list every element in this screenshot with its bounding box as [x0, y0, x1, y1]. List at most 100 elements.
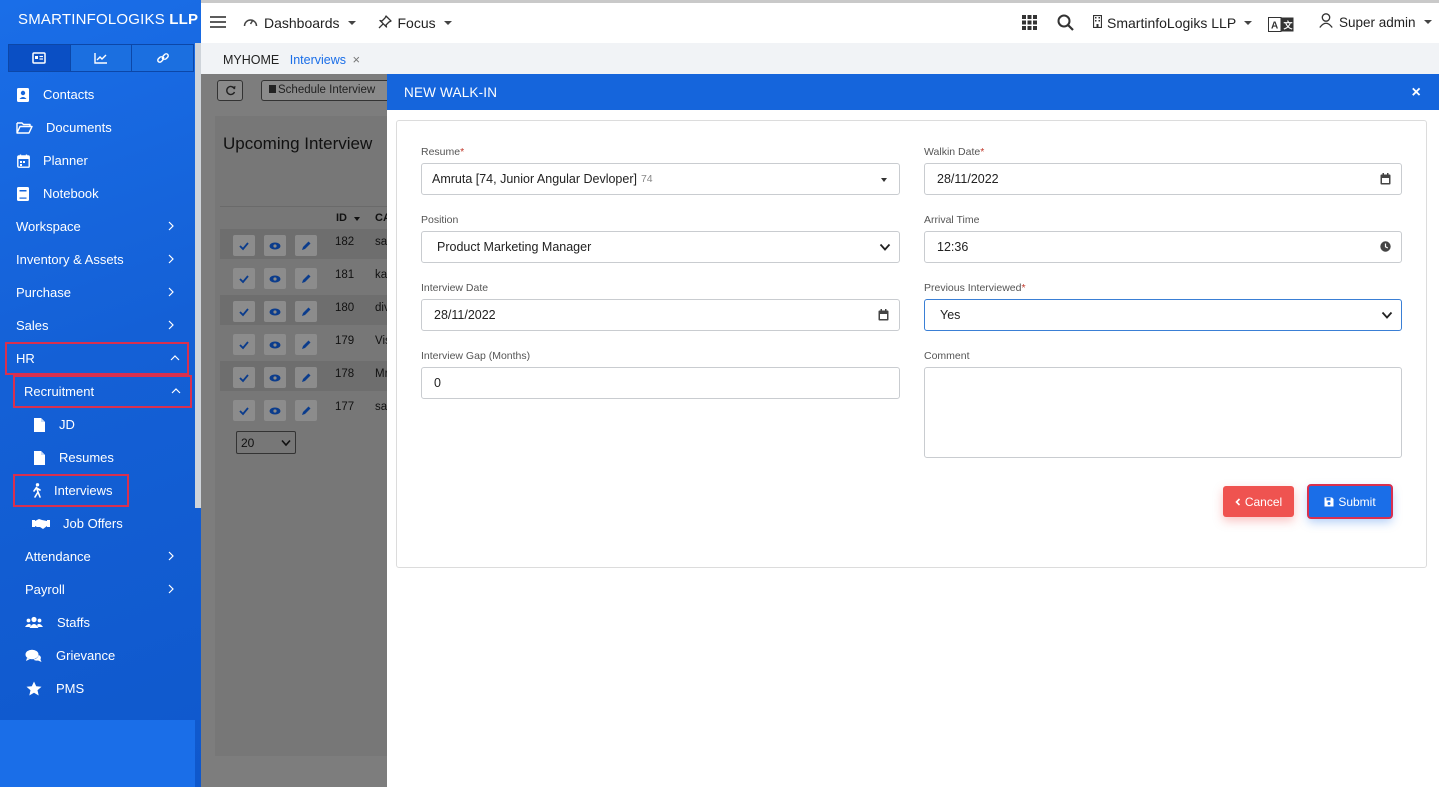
eye-row-button[interactable]	[264, 400, 286, 421]
eye-icon	[269, 374, 281, 381]
chevron-left-icon	[1235, 497, 1240, 506]
eye-row-button[interactable]	[264, 235, 286, 256]
pencil-row-button[interactable]	[295, 268, 317, 289]
resume-select[interactable]: Amruta [74, Junior Angular Devloper] 74	[421, 163, 900, 195]
pencil-icon	[302, 406, 311, 415]
chevron-down-icon	[1381, 311, 1393, 319]
caret-down-icon	[1244, 21, 1253, 25]
position-select[interactable]: Product Marketing Manager	[421, 231, 900, 263]
row-candidate: Mr	[375, 368, 387, 380]
sidebar-item-inventory[interactable]: Inventory & Assets	[0, 243, 195, 276]
sidebar-item-label: Documents	[46, 120, 112, 135]
sidebar-item-contacts[interactable]: Contacts	[0, 78, 195, 111]
submit-button[interactable]: Submit	[1307, 484, 1393, 519]
check-row-button[interactable]	[233, 400, 255, 421]
hamburger-menu-icon[interactable]	[210, 15, 226, 32]
id-card-icon[interactable]	[8, 44, 71, 72]
check-row-button[interactable]	[233, 367, 255, 388]
resume-value: Amruta [74, Junior Angular Devloper]	[432, 172, 637, 186]
new-walkin-modal: NEW WALK-IN × Resume* Amruta [74, Junior…	[387, 74, 1439, 787]
link-icon[interactable]	[131, 44, 195, 72]
arrival-time-field[interactable]: 12:36	[924, 231, 1402, 263]
sidebar-item-label: Sales	[16, 318, 49, 333]
eye-row-button[interactable]	[264, 301, 286, 322]
previous-interviewed-value: Yes	[940, 308, 961, 322]
apps-grid-icon[interactable]	[1022, 15, 1037, 33]
company-switcher[interactable]: SmartinfoLogiks LLP	[1092, 14, 1253, 31]
row-id: 179	[335, 335, 355, 347]
walkin-date-value: 28/11/2022	[937, 172, 999, 186]
sidebar-footer	[0, 720, 195, 787]
sidebar-nav: Contacts Documents Planner Notebook Work…	[0, 78, 195, 705]
sidebar-item-attendance[interactable]: Attendance	[0, 540, 195, 573]
table-header: ID CA	[220, 206, 391, 228]
clock-icon[interactable]	[1380, 241, 1391, 252]
check-icon	[239, 373, 249, 382]
eye-row-button[interactable]	[264, 334, 286, 355]
close-icon[interactable]: ×	[1411, 84, 1421, 102]
pencil-icon	[302, 340, 311, 349]
arrival-time-value: 12:36	[937, 240, 969, 254]
sidebar-item-label: Planner	[43, 153, 88, 168]
position-value: Product Marketing Manager	[437, 240, 592, 254]
check-row-button[interactable]	[233, 235, 255, 256]
interview-date-value: 28/11/2022	[434, 308, 496, 322]
check-row-button[interactable]	[233, 301, 255, 322]
sidebar-item-jd[interactable]: JD	[0, 408, 195, 441]
sidebar-item-documents[interactable]: Documents	[0, 111, 195, 144]
chevron-right-icon	[168, 320, 174, 330]
interview-date-field[interactable]: 28/11/2022	[421, 299, 900, 331]
page-size-select[interactable]: 20	[236, 431, 296, 454]
interview-gap-input[interactable]: 0	[421, 367, 900, 399]
dashboards-menu[interactable]: Dashboards	[243, 15, 356, 31]
close-tab-icon[interactable]: ×	[353, 52, 361, 67]
pencil-row-button[interactable]	[295, 235, 317, 256]
pencil-row-button[interactable]	[295, 367, 317, 388]
column-id-header[interactable]: ID	[336, 212, 347, 224]
sidebar-item-grievance[interactable]: Grievance	[0, 639, 195, 672]
sidebar-item-payroll[interactable]: Payroll	[0, 573, 195, 606]
comment-textarea[interactable]	[924, 367, 1402, 458]
cancel-button[interactable]: Cancel	[1223, 486, 1294, 517]
table-row: 180 div	[220, 295, 387, 325]
breadcrumb: MYHOME Interviews ×	[201, 43, 1439, 74]
sidebar-item-notebook[interactable]: Notebook	[0, 177, 195, 210]
sidebar-item-workspace[interactable]: Workspace	[0, 210, 195, 243]
search-icon[interactable]	[1057, 14, 1074, 34]
schedule-interview-button[interactable]: Schedule Interview	[261, 80, 387, 101]
sidebar-item-pms[interactable]: PMS	[0, 672, 195, 705]
breadcrumb-current-tab[interactable]: Interviews	[290, 53, 346, 67]
refresh-button[interactable]	[217, 80, 243, 101]
chart-line-icon[interactable]	[69, 44, 133, 72]
pencil-row-button[interactable]	[295, 301, 317, 322]
sidebar-item-hr[interactable]: HR	[5, 342, 189, 375]
pencil-row-button[interactable]	[295, 400, 317, 421]
table-row: 177 sa	[220, 394, 387, 424]
breadcrumb-home[interactable]: MYHOME	[223, 53, 279, 67]
sidebar-item-resumes[interactable]: Resumes	[0, 441, 195, 474]
row-id: 178	[335, 368, 355, 380]
sidebar-item-interviews[interactable]: Interviews	[13, 474, 129, 507]
user-menu[interactable]: Super admin	[1319, 13, 1432, 31]
focus-menu[interactable]: Focus	[378, 14, 452, 32]
check-row-button[interactable]	[233, 334, 255, 355]
sidebar-item-label: Grievance	[56, 648, 116, 663]
walkin-date-field[interactable]: 28/11/2022	[924, 163, 1402, 195]
sidebar-item-staffs[interactable]: Staffs	[0, 606, 195, 639]
sidebar-item-job-offers[interactable]: Job Offers	[0, 507, 195, 540]
row-candidate: Vis	[375, 335, 387, 347]
check-row-button[interactable]	[233, 268, 255, 289]
pencil-row-button[interactable]	[295, 334, 317, 355]
calendar-icon[interactable]	[878, 309, 889, 321]
previous-interviewed-select[interactable]: Yes	[924, 299, 1402, 331]
sidebar-item-planner[interactable]: Planner	[0, 144, 195, 177]
eye-row-button[interactable]	[264, 268, 286, 289]
calendar-icon[interactable]	[1380, 173, 1391, 185]
sidebar-item-purchase[interactable]: Purchase	[0, 276, 195, 309]
sidebar-item-recruitment[interactable]: Recruitment	[13, 375, 192, 408]
brand-logo[interactable]: SMARTINFOLOGIKS LLP	[0, 0, 201, 42]
eye-row-button[interactable]	[264, 367, 286, 388]
users-icon	[25, 616, 43, 630]
language-icon[interactable]: A文	[1268, 17, 1294, 35]
sidebar-item-sales[interactable]: Sales	[0, 309, 195, 342]
